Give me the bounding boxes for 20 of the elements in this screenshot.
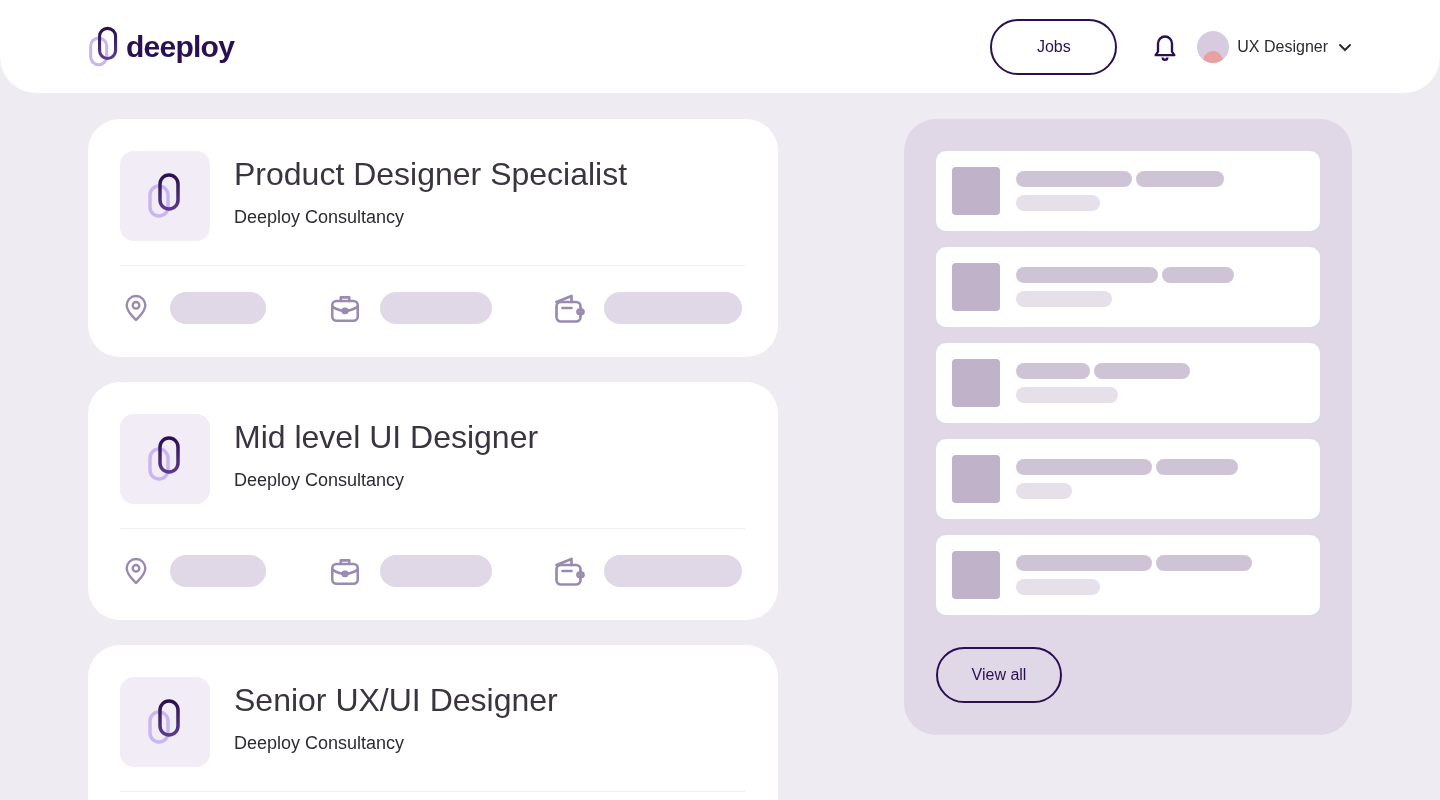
jobs-button[interactable]: Jobs xyxy=(990,18,1118,75)
placeholder-thumbnail xyxy=(952,263,1000,311)
company-name: Deeploy Consultancy xyxy=(234,468,406,492)
placeholder-thumbnail xyxy=(952,167,1000,215)
job-title[interactable]: Mid level UI Designer xyxy=(234,416,539,457)
placeholder-thumbnail xyxy=(952,455,1000,503)
company-logo-icon xyxy=(147,172,183,220)
brand-name[interactable]: deeploy xyxy=(126,24,235,69)
placeholder-thumbnail xyxy=(952,359,1000,407)
placeholder-thumbnail xyxy=(952,551,1000,599)
company-logo-icon xyxy=(147,698,183,746)
company-name: Deeploy Consultancy xyxy=(234,205,406,229)
job-title[interactable]: Product Designer Specialist xyxy=(234,153,628,194)
job-title[interactable]: Senior UX/UI Designer xyxy=(234,679,558,720)
company-name: Deeploy Consultancy xyxy=(234,731,406,755)
view-all-button[interactable]: View all xyxy=(936,647,1062,703)
placeholder-bar xyxy=(1162,267,1234,283)
placeholder-bar xyxy=(1016,483,1072,499)
user-menu[interactable]: UX Designer xyxy=(1237,34,1352,59)
company-logo-icon xyxy=(147,435,183,483)
